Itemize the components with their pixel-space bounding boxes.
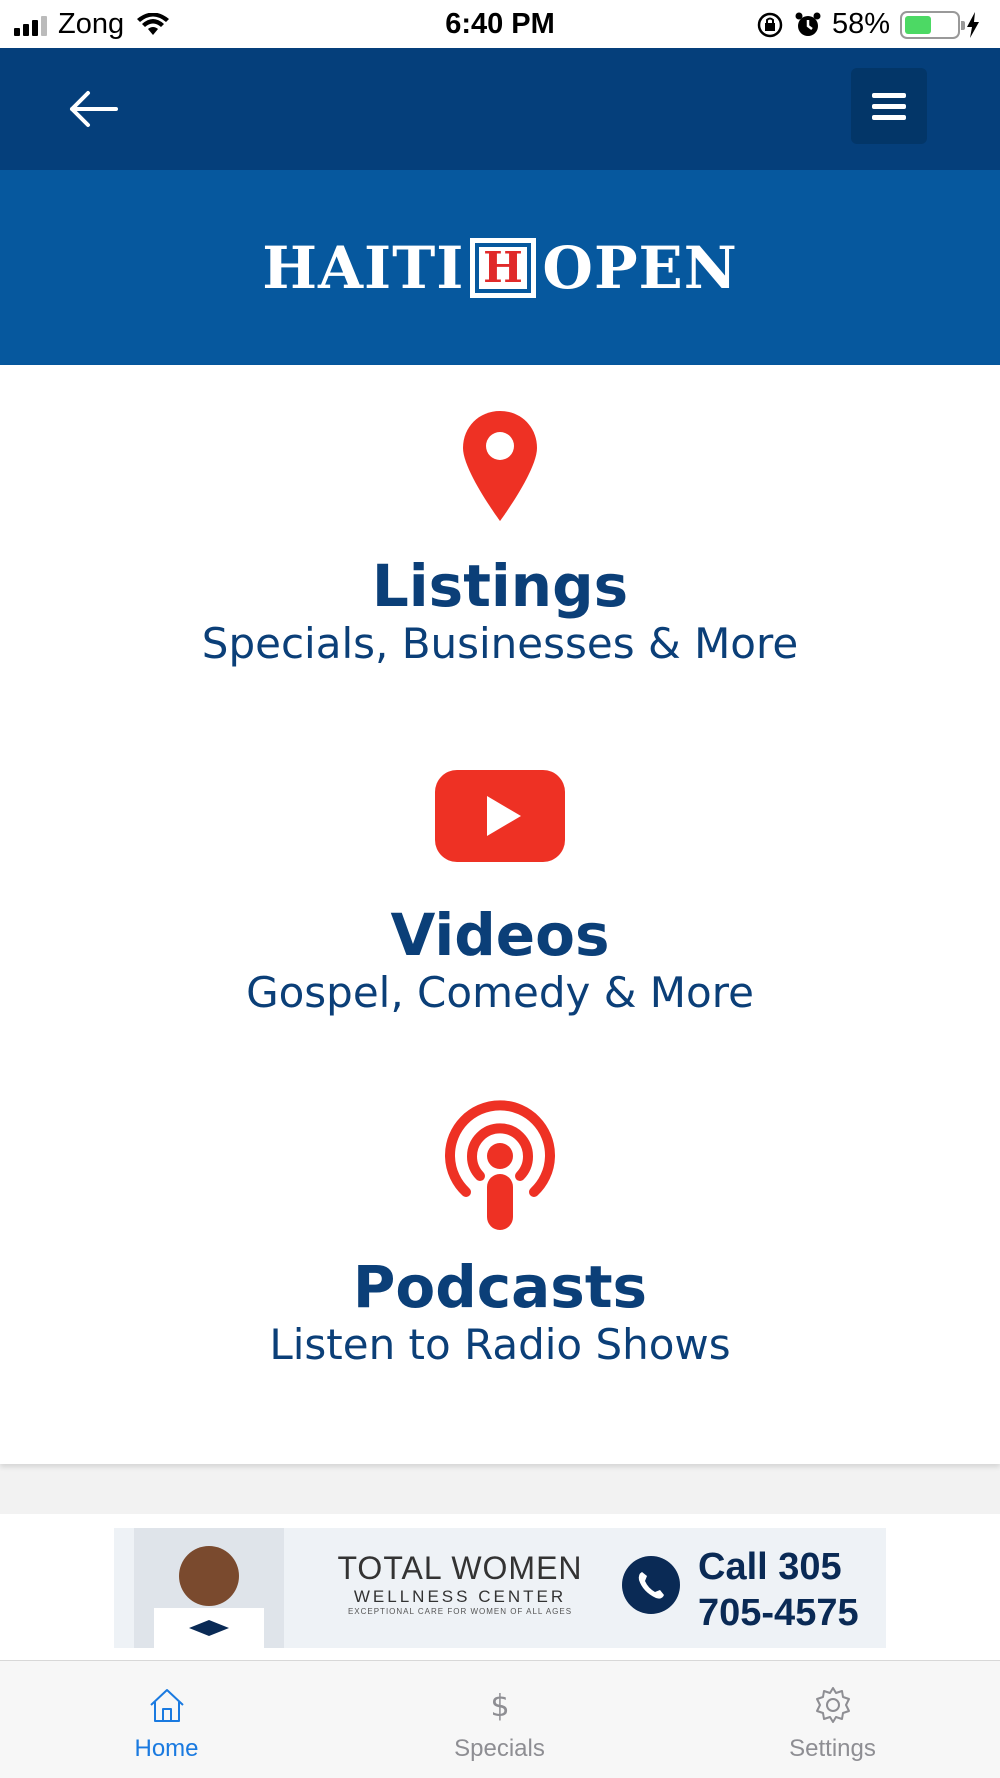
ad-person-image [134,1528,284,1648]
tab-specials-label: Specials [454,1735,545,1762]
youtube-play-icon [435,770,565,862]
bottom-tab-bar: Home $ Specials Settings [0,1660,1000,1778]
alarm-icon [795,12,821,36]
tab-home-label: Home [134,1735,199,1762]
tab-specials[interactable]: $ Specials [333,1661,666,1778]
dollar-icon: $ [490,1689,509,1724]
ad-call-text: Call 305 705-4575 [698,1544,859,1636]
listings-title: Listings [371,552,629,620]
map-pin-icon [463,411,537,521]
podcast-icon [445,1100,555,1230]
ad-brand-line1: TOTAL WOMEN [337,1550,583,1586]
battery-percent: 58% [831,8,890,40]
arrow-left-icon [70,91,118,127]
home-icon [149,1689,184,1722]
ad-area: TOTAL WOMEN WELLNESS CENTER EXCEPTIONAL … [0,1514,1000,1660]
battery-fill [905,15,932,34]
podcasts-subtitle: Listen to Radio Shows [269,1320,731,1369]
logo-band: HAITI H OPEN [0,170,1000,365]
tab-settings[interactable]: Settings [666,1661,999,1778]
ad-brand-line3: EXCEPTIONAL CARE FOR WOMEN OF ALL AGES [347,1607,573,1616]
ad-call-line1: Call 305 [698,1546,842,1588]
hamburger-menu-icon [872,92,906,98]
menu-item-videos[interactable]: Videos Gospel, Comedy & More [0,770,1000,1018]
logo-text-left: HAITI [262,233,465,302]
top-nav-bar [0,48,1000,170]
menu-item-listings[interactable]: Listings Specials, Businesses & More [0,409,1000,669]
tab-settings-label: Settings [789,1735,876,1762]
logo-mark-letter: H [479,246,528,289]
status-right: 58% [756,8,990,41]
logo-mark: H [470,237,537,298]
svg-text:$: $ [490,1689,509,1724]
battery-icon [900,10,965,39]
phone-icon [622,1556,680,1614]
ad-call-line2: 705-4575 [698,1592,859,1634]
podcasts-title: Podcasts [352,1253,648,1321]
videos-title: Videos [390,901,610,969]
ad-brand: TOTAL WOMEN WELLNESS CENTER EXCEPTIONAL … [310,1550,610,1616]
charging-icon [967,11,979,38]
status-bar: Zong 6:40 PM 58% [0,0,1000,48]
hamburger-menu-button[interactable] [851,68,927,144]
ad-brand-line2: WELLNESS CENTER [353,1587,567,1606]
ad-banner[interactable]: TOTAL WOMEN WELLNESS CENTER EXCEPTIONAL … [114,1528,886,1648]
tab-home[interactable]: Home [0,1661,333,1778]
videos-subtitle: Gospel, Comedy & More [246,968,754,1017]
orientation-lock-icon [757,12,783,37]
haiti-open-logo: HAITI H OPEN [262,234,738,302]
menu-item-podcasts[interactable]: Podcasts Listen to Radio Shows [0,1100,1000,1370]
listings-subtitle: Specials, Businesses & More [201,619,799,668]
main-menu: Listings Specials, Businesses & More Vid… [0,365,1000,1464]
logo-text-right: OPEN [542,233,738,302]
back-button[interactable] [64,88,128,130]
gear-icon [815,1687,850,1723]
